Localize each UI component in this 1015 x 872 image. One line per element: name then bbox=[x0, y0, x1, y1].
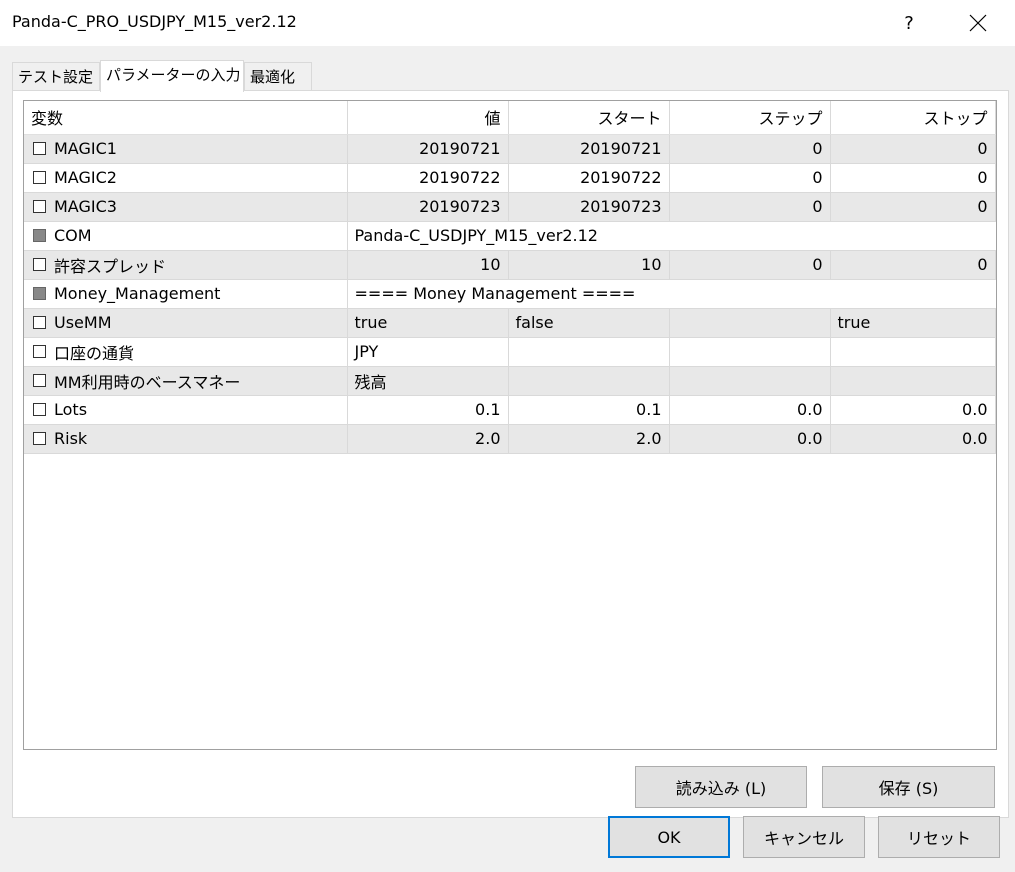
table-row[interactable]: UseMM true false true bbox=[24, 308, 996, 338]
param-stop[interactable]: 0.0 bbox=[830, 395, 996, 425]
table-row[interactable]: Lots 0.1 0.1 0.0 0.0 bbox=[24, 395, 996, 425]
reset-button[interactable]: リセット bbox=[878, 816, 1000, 858]
table-row[interactable]: COM Panda-C_USDJPY_M15_ver2.12 bbox=[24, 221, 995, 251]
save-button[interactable]: 保存 (S) bbox=[822, 766, 995, 808]
param-step[interactable]: 0 bbox=[669, 134, 831, 164]
param-name: Lots bbox=[54, 400, 88, 419]
row-checkbox[interactable] bbox=[33, 432, 46, 445]
row-checkbox[interactable] bbox=[33, 200, 46, 213]
param-start[interactable]: 20190723 bbox=[508, 192, 670, 222]
param-step[interactable] bbox=[669, 308, 831, 338]
param-start[interactable]: 2.0 bbox=[508, 424, 670, 454]
row-checkbox[interactable] bbox=[33, 258, 46, 271]
param-name: Risk bbox=[54, 429, 88, 448]
param-step[interactable]: 0 bbox=[669, 163, 831, 193]
param-start[interactable] bbox=[508, 366, 670, 396]
param-value[interactable]: 10 bbox=[347, 250, 509, 280]
param-value[interactable]: 残高 bbox=[347, 366, 509, 396]
close-icon bbox=[969, 14, 987, 32]
param-value[interactable]: JPY bbox=[347, 337, 509, 367]
param-start[interactable]: 20190722 bbox=[508, 163, 670, 193]
table-row[interactable]: MAGIC1 20190721 20190721 0 0 bbox=[24, 134, 996, 164]
table-row[interactable]: 許容スプレッド 10 10 0 0 bbox=[24, 250, 996, 280]
tab-label: 最適化 bbox=[250, 68, 296, 86]
tab-label: パラメーターの入力 bbox=[106, 66, 241, 84]
param-start[interactable]: 20190721 bbox=[508, 134, 670, 164]
param-start[interactable]: false bbox=[508, 308, 670, 338]
tab-test-settings[interactable]: テスト設定 bbox=[12, 62, 100, 90]
param-value[interactable]: 20190722 bbox=[347, 163, 509, 193]
row-checkbox bbox=[33, 229, 46, 242]
table-header-row: 変数 値 スタート ステップ ストップ bbox=[24, 101, 996, 135]
param-start[interactable]: 10 bbox=[508, 250, 670, 280]
title-bar: Panda-C_PRO_USDJPY_M15_ver2.12 ? bbox=[0, 0, 1015, 46]
param-value[interactable]: 0.1 bbox=[347, 395, 509, 425]
tab-parameters[interactable]: パラメーターの入力 bbox=[100, 60, 244, 92]
param-stop[interactable]: 0.0 bbox=[830, 424, 996, 454]
param-step[interactable]: 0 bbox=[669, 250, 831, 280]
param-name: MAGIC2 bbox=[54, 168, 117, 187]
load-button[interactable]: 読み込み (L) bbox=[635, 766, 807, 808]
param-stop[interactable]: 0 bbox=[830, 134, 996, 164]
table-row[interactable]: MAGIC3 20190723 20190723 0 0 bbox=[24, 192, 996, 222]
table-row[interactable]: 口座の通貨 JPY bbox=[24, 337, 996, 367]
param-name: COM bbox=[54, 226, 92, 245]
param-stop[interactable]: 0 bbox=[830, 250, 996, 280]
tab-label: テスト設定 bbox=[18, 68, 94, 86]
param-stop[interactable] bbox=[830, 337, 996, 367]
param-value[interactable]: 20190721 bbox=[347, 134, 509, 164]
param-start[interactable] bbox=[508, 337, 670, 367]
param-step[interactable] bbox=[669, 337, 831, 367]
help-button[interactable]: ? bbox=[886, 6, 932, 40]
ok-button[interactable]: OK bbox=[608, 816, 730, 858]
param-name: 許容スプレッド bbox=[54, 256, 167, 276]
row-checkbox[interactable] bbox=[33, 171, 46, 184]
row-checkbox bbox=[33, 287, 46, 300]
param-step[interactable]: 0.0 bbox=[669, 395, 831, 425]
param-stop[interactable]: 0 bbox=[830, 163, 996, 193]
parameters-grid[interactable]: 変数 値 スタート ステップ ストップ MAGIC1 20190721 2019… bbox=[23, 100, 997, 750]
header-variable[interactable]: 変数 bbox=[24, 101, 348, 135]
row-checkbox[interactable] bbox=[33, 403, 46, 416]
param-name: MAGIC1 bbox=[54, 139, 117, 158]
param-stop[interactable] bbox=[830, 366, 996, 396]
param-name: UseMM bbox=[54, 313, 112, 332]
cancel-button[interactable]: キャンセル bbox=[743, 816, 865, 858]
param-value[interactable]: 20190723 bbox=[347, 192, 509, 222]
table-row[interactable]: MAGIC2 20190722 20190722 0 0 bbox=[24, 163, 996, 193]
param-start[interactable]: 0.1 bbox=[508, 395, 670, 425]
close-button[interactable] bbox=[955, 6, 1001, 40]
tab-optimization[interactable]: 最適化 bbox=[244, 62, 312, 90]
param-step[interactable]: 0 bbox=[669, 192, 831, 222]
help-icon: ? bbox=[904, 12, 914, 34]
param-name: 口座の通貨 bbox=[54, 343, 135, 363]
row-checkbox[interactable] bbox=[33, 374, 46, 387]
header-start[interactable]: スタート bbox=[508, 101, 670, 135]
param-name: MM利用時のベースマネー bbox=[54, 372, 241, 392]
table-row[interactable]: Risk 2.0 2.0 0.0 0.0 bbox=[24, 424, 996, 454]
param-name: Money_Management bbox=[54, 284, 221, 303]
param-stop[interactable]: 0 bbox=[830, 192, 996, 222]
table-row[interactable]: MM利用時のベースマネー 残高 bbox=[24, 366, 996, 396]
header-stop[interactable]: ストップ bbox=[830, 101, 996, 135]
param-name: MAGIC3 bbox=[54, 197, 117, 216]
window-title: Panda-C_PRO_USDJPY_M15_ver2.12 bbox=[12, 12, 297, 31]
header-step[interactable]: ステップ bbox=[669, 101, 831, 135]
param-step[interactable] bbox=[669, 366, 831, 396]
param-value[interactable]: Panda-C_USDJPY_M15_ver2.12 bbox=[347, 221, 995, 251]
param-value[interactable]: ==== Money Management ==== bbox=[347, 279, 995, 309]
header-value[interactable]: 値 bbox=[347, 101, 509, 135]
row-checkbox[interactable] bbox=[33, 142, 46, 155]
param-value[interactable]: 2.0 bbox=[347, 424, 509, 454]
param-step[interactable]: 0.0 bbox=[669, 424, 831, 454]
table-row[interactable]: Money_Management ==== Money Management =… bbox=[24, 279, 995, 309]
parameters-table: 変数 値 スタート ステップ ストップ MAGIC1 20190721 2019… bbox=[24, 101, 996, 454]
row-checkbox[interactable] bbox=[33, 316, 46, 329]
param-stop[interactable]: true bbox=[830, 308, 996, 338]
param-value[interactable]: true bbox=[347, 308, 509, 338]
row-checkbox[interactable] bbox=[33, 345, 46, 358]
